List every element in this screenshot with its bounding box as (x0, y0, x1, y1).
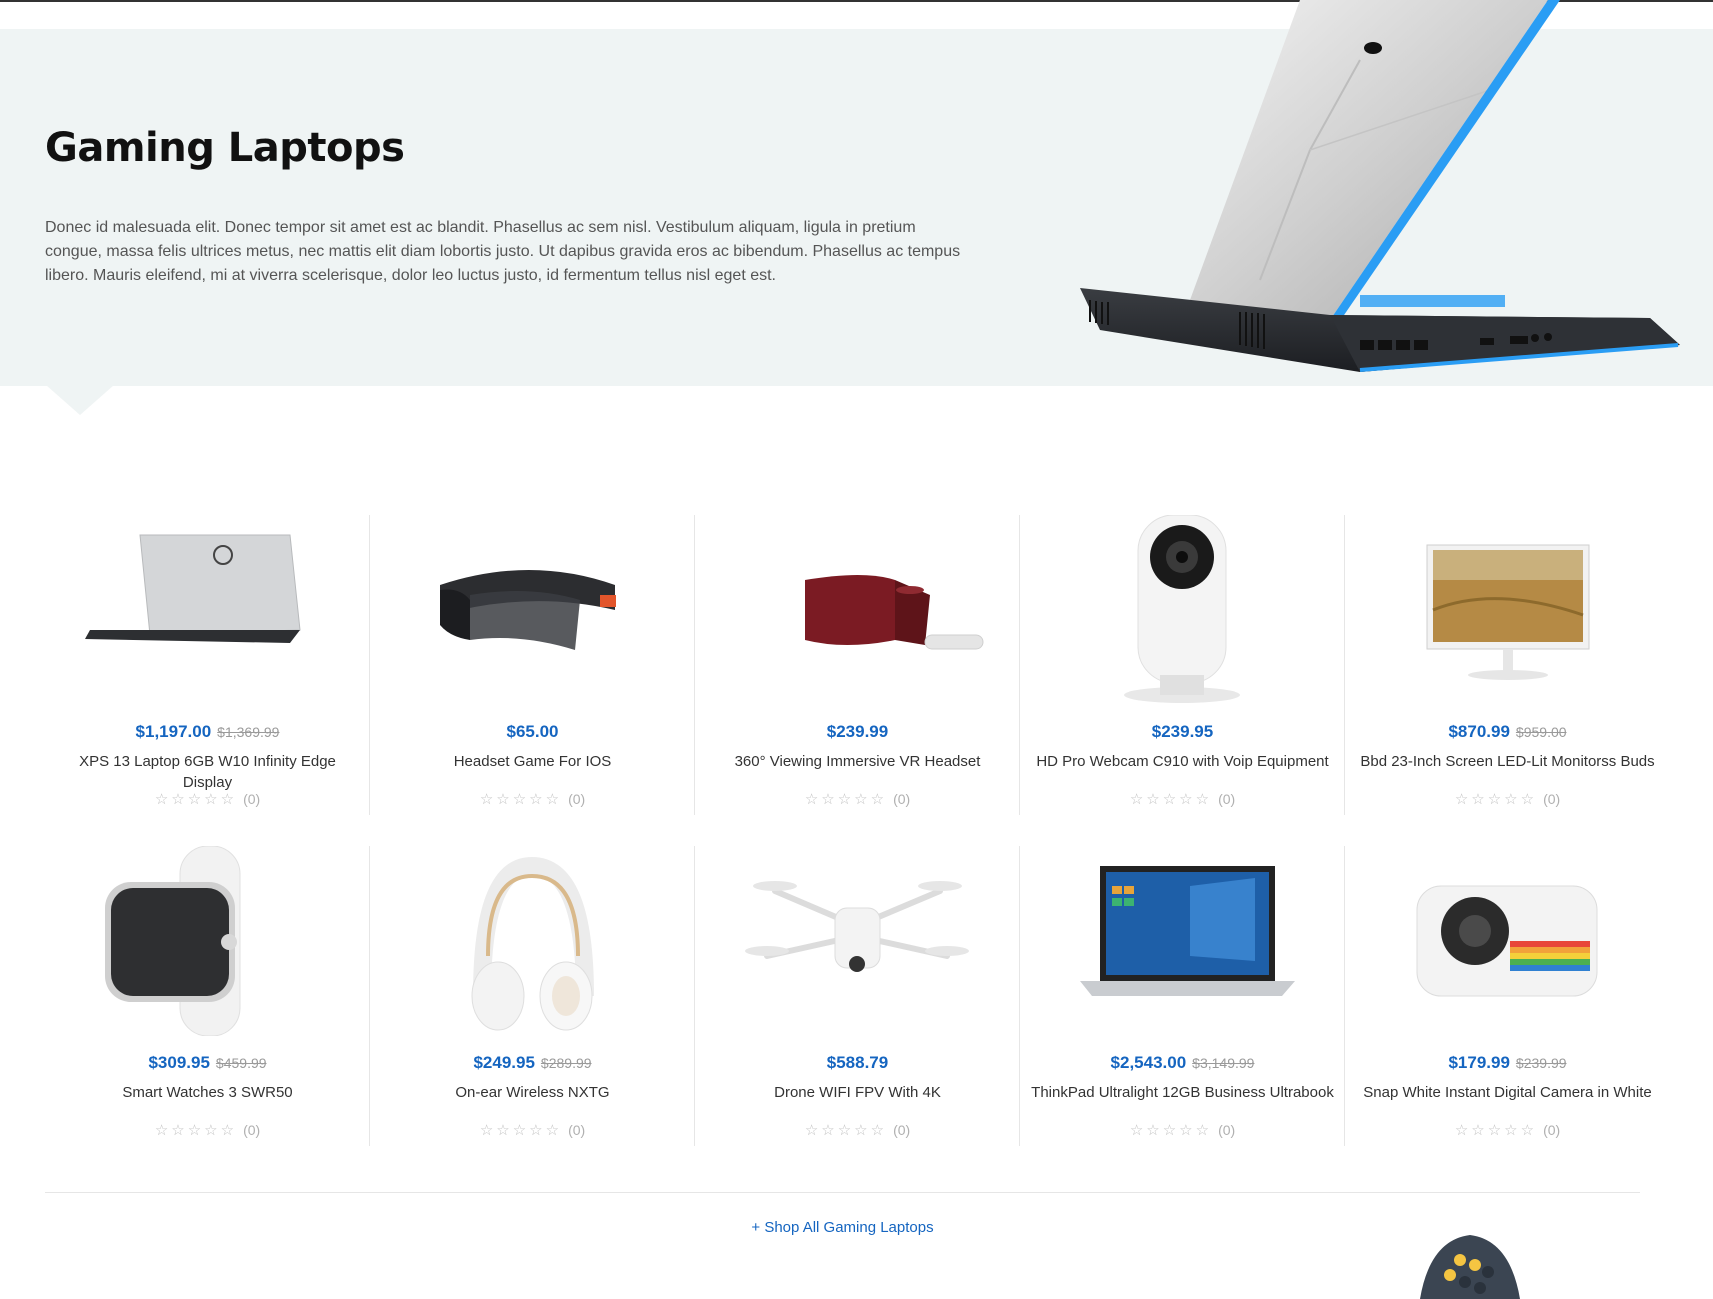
product-price: $870.99 (1448, 722, 1510, 741)
product-price: $1,197.00 (135, 722, 212, 741)
star-rating-icons: ☆☆☆☆☆ (804, 791, 888, 808)
product-card[interactable]: $1,197.00 $1,369.99 XPS 13 Laptop 6GB W10… (45, 515, 370, 815)
product-name[interactable]: Smart Watches 3 SWR50 (55, 1082, 360, 1103)
product-name[interactable]: Drone WIFI FPV With 4K (705, 1082, 1010, 1103)
star-rating-icons: ☆☆☆☆☆ (154, 1122, 238, 1139)
product-old-price: $3,149.99 (1192, 1055, 1255, 1071)
product-price: $2,543.00 (1110, 1053, 1187, 1072)
hero-laptop-image (1080, 0, 1680, 372)
product-price: $65.00 (506, 722, 559, 741)
product-card[interactable]: $309.95 $459.99 Smart Watches 3 SWR50 ☆☆☆… (45, 846, 370, 1146)
rating-count: (0) (893, 1122, 911, 1138)
product-image-laptop[interactable] (45, 515, 370, 705)
rating-count: (0) (1543, 791, 1561, 807)
product-price: $179.99 (1448, 1053, 1510, 1072)
product-name[interactable]: XPS 13 Laptop 6GB W10 Infinity Edge Disp… (55, 751, 360, 793)
product-card[interactable]: $2,543.00 $3,149.99 ThinkPad Ultralight 1… (1020, 846, 1345, 1146)
product-name[interactable]: Headset Game For IOS (380, 751, 685, 772)
rating-count: (0) (893, 791, 911, 807)
product-rating: ☆☆☆☆☆ (0) (45, 1121, 370, 1139)
product-image-monitor[interactable] (1345, 515, 1670, 705)
rating-count: (0) (243, 791, 261, 807)
rating-count: (0) (1218, 791, 1236, 807)
section-divider (45, 1192, 1640, 1193)
product-name[interactable]: On-ear Wireless NXTG (380, 1082, 685, 1103)
product-image-instant-camera[interactable] (1345, 846, 1670, 1036)
product-card[interactable]: $249.95 $289.99 On-ear Wireless NXTG ☆☆☆☆… (370, 846, 695, 1146)
category-description: Donec id malesuada elit. Donec tempor si… (45, 219, 961, 284)
product-name[interactable]: Snap White Instant Digital Camera in Whi… (1355, 1082, 1660, 1103)
product-image-ultrabook[interactable] (1020, 846, 1345, 1036)
product-rating: ☆☆☆☆☆ (0) (1345, 790, 1670, 808)
rating-count: (0) (568, 1122, 586, 1138)
product-image-webcam[interactable] (1020, 515, 1345, 705)
star-rating-icons: ☆☆☆☆☆ (1454, 1122, 1538, 1139)
product-price: $249.95 (473, 1053, 535, 1072)
product-rating: ☆☆☆☆☆ (0) (1020, 790, 1345, 808)
product-price: $309.95 (148, 1053, 210, 1072)
star-rating-icons: ☆☆☆☆☆ (1129, 1122, 1213, 1139)
product-card[interactable]: $239.99 360° Viewing Immersive VR Headse… (695, 515, 1020, 815)
product-rating: ☆☆☆☆☆ (0) (45, 790, 370, 808)
product-image-smartwatch[interactable] (45, 846, 370, 1036)
page-title: Gaming Laptops (45, 125, 405, 171)
product-old-price: $289.99 (540, 1055, 592, 1071)
product-image-headset[interactable] (370, 515, 695, 705)
product-rating: ☆☆☆☆☆ (0) (1345, 1121, 1670, 1139)
rating-count: (0) (568, 791, 586, 807)
product-card[interactable]: $588.79 Drone WIFI FPV With 4K ☆☆☆☆☆ (0) (695, 846, 1020, 1146)
star-rating-icons: ☆☆☆☆☆ (804, 1122, 888, 1139)
product-rating: ☆☆☆☆☆ (0) (695, 1121, 1020, 1139)
star-rating-icons: ☆☆☆☆☆ (1129, 791, 1213, 808)
product-card[interactable]: $870.99 $959.00 Bbd 23-Inch Screen LED-Li… (1345, 515, 1670, 815)
rating-count: (0) (243, 1122, 261, 1138)
keyboard-image-partial (1420, 1235, 1520, 1299)
product-price: $239.95 (1151, 722, 1214, 741)
product-card[interactable]: $65.00 Headset Game For IOS ☆☆☆☆☆ (0) (370, 515, 695, 815)
product-card[interactable]: $179.99 $239.99 Snap White Instant Digita… (1345, 846, 1670, 1146)
product-name[interactable]: ThinkPad Ultralight 12GB Business Ultrab… (1030, 1082, 1335, 1103)
hero-pointer (46, 385, 114, 415)
product-old-price: $459.99 (215, 1055, 267, 1071)
product-name[interactable]: 360° Viewing Immersive VR Headset (705, 751, 1010, 772)
star-rating-icons: ☆☆☆☆☆ (1454, 791, 1538, 808)
product-old-price: $1,369.99 (217, 724, 280, 740)
rating-count: (0) (1218, 1122, 1236, 1138)
star-rating-icons: ☆☆☆☆☆ (154, 791, 238, 808)
product-image-drone[interactable] (695, 846, 1020, 1036)
product-rating: ☆☆☆☆☆ (0) (370, 790, 695, 808)
product-price: $239.99 (826, 722, 889, 741)
rating-count: (0) (1543, 1122, 1561, 1138)
product-image-vr-headset[interactable] (695, 515, 1020, 705)
product-rating: ☆☆☆☆☆ (0) (1020, 1121, 1345, 1139)
product-rating: ☆☆☆☆☆ (0) (370, 1121, 695, 1139)
product-card[interactable]: $239.95 HD Pro Webcam C910 with Voip Equ… (1020, 515, 1345, 815)
product-image-headphones[interactable] (370, 846, 695, 1036)
product-name[interactable]: Bbd 23-Inch Screen LED-Lit Monitorss Bud… (1355, 751, 1660, 772)
product-grid: $1,197.00 $1,369.99 XPS 13 Laptop 6GB W10… (45, 515, 1670, 1150)
star-rating-icons: ☆☆☆☆☆ (479, 1122, 563, 1139)
star-rating-icons: ☆☆☆☆☆ (479, 791, 563, 808)
product-old-price: $959.00 (1515, 724, 1567, 740)
product-old-price: $239.99 (1515, 1055, 1567, 1071)
product-name[interactable]: HD Pro Webcam C910 with Voip Equipment (1030, 751, 1335, 772)
product-price: $588.79 (826, 1053, 889, 1072)
product-rating: ☆☆☆☆☆ (0) (695, 790, 1020, 808)
